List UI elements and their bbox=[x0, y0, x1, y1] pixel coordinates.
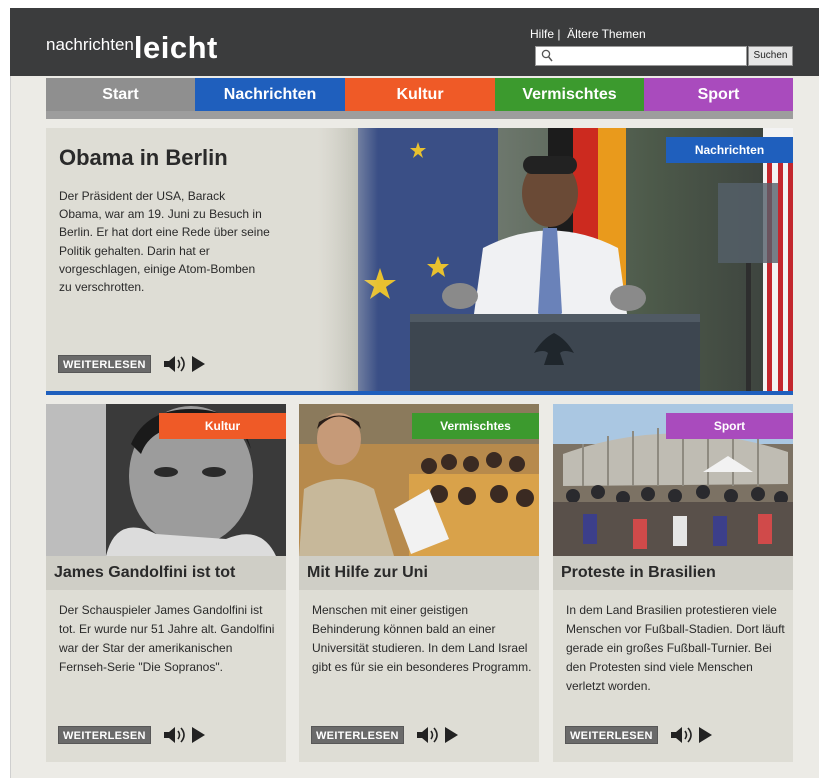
nav-item-kultur[interactable]: Kultur bbox=[345, 78, 495, 111]
search-button[interactable]: Suchen bbox=[748, 46, 793, 66]
card-read-bar: WEITERLESEN bbox=[58, 726, 206, 744]
logo-part-nachrichten: nachrichten bbox=[46, 35, 134, 54]
play-icon[interactable] bbox=[190, 726, 206, 744]
speaker-icon[interactable] bbox=[670, 726, 694, 744]
article-card-sport: Sport Proteste in Brasilien In dem Land … bbox=[553, 404, 793, 762]
hero-photo[interactable] bbox=[318, 128, 793, 391]
logo-part-leicht: leicht bbox=[133, 30, 218, 65]
nav-item-start[interactable]: Start bbox=[46, 78, 195, 111]
card-summary: In dem Land Brasilien protestieren viele… bbox=[566, 603, 785, 693]
play-icon[interactable] bbox=[697, 726, 713, 744]
older-topics-link[interactable]: Ältere Themen bbox=[567, 27, 646, 41]
card-summary: Der Schauspieler James Gandolfini ist to… bbox=[59, 603, 275, 674]
article-card-vermischtes: Vermischtes Mit Hilfe zur Uni Menschen m… bbox=[299, 404, 539, 762]
speaker-icon[interactable] bbox=[163, 355, 187, 373]
site-logo[interactable]: nachrichtenleicht bbox=[46, 30, 218, 66]
header-links: Hilfe | Ältere Themen bbox=[530, 27, 646, 41]
nav-item-vermischtes[interactable]: Vermischtes bbox=[495, 78, 644, 111]
nav-item-sport[interactable]: Sport bbox=[644, 78, 793, 111]
hero-read-more-button[interactable]: WEITERLESEN bbox=[58, 355, 151, 373]
hero-title[interactable]: Obama in Berlin bbox=[59, 145, 228, 171]
hero-divider bbox=[46, 391, 793, 395]
search-input[interactable] bbox=[558, 48, 738, 64]
card-title[interactable]: Proteste in Brasilien bbox=[553, 556, 793, 590]
hero-category-badge[interactable]: Nachrichten bbox=[666, 137, 793, 163]
card-title[interactable]: James Gandolfini ist tot bbox=[46, 556, 286, 590]
play-icon[interactable] bbox=[190, 355, 206, 373]
card-category-badge[interactable]: Vermischtes bbox=[412, 413, 539, 439]
nav-item-nachrichten[interactable]: Nachrichten bbox=[195, 78, 345, 111]
play-icon[interactable] bbox=[443, 726, 459, 744]
hero-text-panel: Obama in Berlin Der Präsident der USA, B… bbox=[46, 128, 318, 391]
article-card-kultur: Kultur James Gandolfini ist tot Der Scha… bbox=[46, 404, 286, 762]
card-title[interactable]: Mit Hilfe zur Uni bbox=[299, 556, 539, 590]
hero-summary: Der Präsident der USA, Barack Obama, war… bbox=[59, 189, 270, 295]
speaker-icon[interactable] bbox=[163, 726, 187, 744]
card-read-more-button[interactable]: WEITERLESEN bbox=[58, 726, 151, 744]
card-read-bar: WEITERLESEN bbox=[565, 726, 713, 744]
search-icon bbox=[541, 49, 553, 62]
help-link[interactable]: Hilfe | bbox=[530, 27, 560, 41]
card-read-more-button[interactable]: WEITERLESEN bbox=[311, 726, 404, 744]
card-read-more-button[interactable]: WEITERLESEN bbox=[565, 726, 658, 744]
search-box[interactable] bbox=[535, 46, 747, 66]
main-nav: Start Nachrichten Kultur Vermischtes Spo… bbox=[46, 78, 793, 111]
speaker-icon[interactable] bbox=[416, 726, 440, 744]
nav-underline bbox=[46, 111, 793, 119]
card-summary: Menschen mit einer geistigen Behinderung… bbox=[312, 603, 532, 674]
card-category-badge[interactable]: Kultur bbox=[159, 413, 286, 439]
hero-article: Obama in Berlin Der Präsident der USA, B… bbox=[46, 128, 793, 391]
hero-read-bar: WEITERLESEN bbox=[58, 355, 206, 373]
site-header: nachrichtenleicht Hilfe | Ältere Themen … bbox=[10, 8, 819, 76]
card-read-bar: WEITERLESEN bbox=[311, 726, 459, 744]
card-category-badge[interactable]: Sport bbox=[666, 413, 793, 439]
